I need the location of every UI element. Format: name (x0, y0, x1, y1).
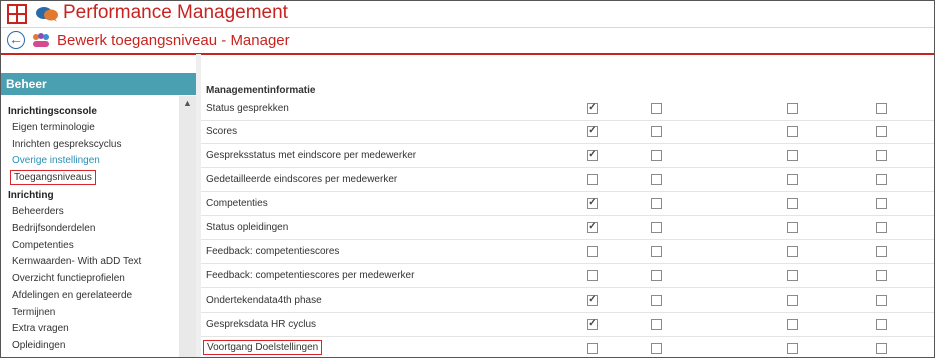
permission-checkbox[interactable] (587, 198, 598, 209)
permission-checkbox[interactable] (651, 103, 662, 114)
permission-checkbox[interactable] (651, 174, 662, 185)
table-row: Status gesprekken (201, 97, 934, 121)
sidebar-item-overige-instellingen[interactable]: Overige instellingen (12, 155, 100, 166)
permission-checkbox[interactable] (876, 103, 887, 114)
permission-checkbox[interactable] (651, 222, 662, 233)
table-row: Feedback: competentiescores per medewerk… (201, 264, 934, 288)
permission-checkbox[interactable] (787, 270, 798, 281)
permission-checkbox[interactable] (587, 295, 598, 306)
sidebar-item-eigen-terminologie[interactable]: Eigen terminologie (12, 122, 95, 133)
permission-checkbox[interactable] (876, 174, 887, 185)
permission-checkbox[interactable] (651, 198, 662, 209)
scroll-up-icon[interactable]: ▲ (183, 98, 192, 108)
sidebar-item-opleidingen[interactable]: Opleidingen (12, 340, 65, 351)
row-label: Ondertekendata4th phase (206, 295, 322, 306)
app-title: Performance Management (63, 2, 288, 23)
row-label: Gedetailleerde eindscores per medewerker (206, 174, 398, 185)
row-label: Competenties (206, 198, 268, 209)
table-row: Status opleidingen (201, 216, 934, 240)
permission-checkbox[interactable] (787, 150, 798, 161)
permission-checkbox[interactable] (787, 174, 798, 185)
sidebar-item-inrichten-gesprekscyclus[interactable]: Inrichten gesprekscyclus (12, 139, 122, 150)
page-header: ← Bewerk toegangsniveau - Manager (1, 28, 934, 55)
row-label: Gespreksdata HR cyclus (206, 319, 317, 330)
table-row: Gespreksstatus met eindscore per medewer… (201, 144, 934, 168)
permission-checkbox[interactable] (587, 343, 598, 354)
sidebar-scrollbar[interactable] (179, 96, 196, 357)
row-label: Feedback: competentiescores per medewerk… (206, 270, 415, 281)
row-label: Voortgang Doelstellingen (203, 340, 323, 355)
sidebar-item-termijnen[interactable]: Termijnen (12, 307, 55, 318)
permission-checkbox[interactable] (787, 198, 798, 209)
sidebar-item-afdelingen[interactable]: Afdelingen en gerelateerde (12, 290, 132, 301)
row-label: Status gesprekken (206, 103, 289, 114)
permission-checkbox[interactable] (787, 103, 798, 114)
sidebar-section-inrichting: Inrichting (8, 190, 54, 201)
table-row: Gespreksdata HR cyclus (201, 313, 934, 337)
permission-checkbox[interactable] (876, 319, 887, 330)
permission-checkbox[interactable] (651, 246, 662, 257)
sidebar-item-extra-vragen[interactable]: Extra vragen (12, 323, 69, 334)
page-title: Bewerk toegangsniveau - Manager (57, 32, 290, 49)
app-window: Performance Management ← Bewerk toegangs… (0, 0, 935, 358)
title-bar: Performance Management (1, 1, 934, 28)
permission-checkbox[interactable] (587, 103, 598, 114)
sidebar-item-beheerders[interactable]: Beheerders (12, 206, 64, 217)
permission-checkbox[interactable] (587, 150, 598, 161)
table-row: Gedetailleerde eindscores per medewerker (201, 168, 934, 192)
permission-checkbox[interactable] (876, 343, 887, 354)
permission-checkbox[interactable] (651, 150, 662, 161)
permission-checkbox[interactable] (587, 126, 598, 137)
permission-checkbox[interactable] (651, 295, 662, 306)
permission-checkbox[interactable] (651, 270, 662, 281)
row-label: Gespreksstatus met eindscore per medewer… (206, 150, 417, 161)
permission-checkbox[interactable] (787, 246, 798, 257)
row-label: Status opleidingen (206, 222, 289, 233)
permission-checkbox[interactable] (876, 222, 887, 233)
permission-checkbox[interactable] (787, 319, 798, 330)
sidebar-item-kernwaarden[interactable]: Kernwaarden- With aDD Text (12, 256, 141, 267)
sidebar-item-overzicht-functieprofielen[interactable]: Overzicht functieprofielen (12, 273, 125, 284)
row-label: Feedback: competentiescores (206, 246, 340, 257)
permission-checkbox[interactable] (876, 198, 887, 209)
table-row: Voortgang Doelstellingen (201, 337, 934, 357)
permission-checkbox[interactable] (587, 270, 598, 281)
table-row: Competenties (201, 192, 934, 216)
permission-checkbox[interactable] (787, 126, 798, 137)
permission-checkbox[interactable] (787, 295, 798, 306)
permission-checkbox[interactable] (587, 246, 598, 257)
permission-checkbox[interactable] (787, 222, 798, 233)
permission-checkbox[interactable] (651, 126, 662, 137)
sidebar-header: Beheer (1, 73, 196, 95)
permission-checkbox[interactable] (587, 174, 598, 185)
sidebar-item-competenties[interactable]: Competenties (12, 240, 74, 251)
row-label: Scores (206, 126, 238, 137)
permission-checkbox[interactable] (876, 150, 887, 161)
people-group-icon (33, 33, 49, 47)
sidebar-item-bedrijfsonderdelen[interactable]: Bedrijfsonderdelen (12, 223, 95, 234)
permission-checkbox[interactable] (787, 343, 798, 354)
permission-checkbox[interactable] (876, 270, 887, 281)
permission-checkbox[interactable] (876, 126, 887, 137)
section-title: Managementinformatie (206, 85, 316, 96)
back-arrow-icon[interactable]: ← (7, 31, 25, 49)
sidebar-item-toegangsniveaus[interactable]: Toegangsniveaus (10, 170, 96, 185)
permission-checkbox[interactable] (876, 295, 887, 306)
app-grid-icon[interactable] (7, 4, 27, 24)
permission-checkbox[interactable] (587, 222, 598, 233)
permission-checkbox[interactable] (587, 319, 598, 330)
permission-checkbox[interactable] (651, 343, 662, 354)
chat-bubbles-icon (36, 7, 58, 22)
permission-checkbox[interactable] (876, 246, 887, 257)
permission-checkbox[interactable] (651, 319, 662, 330)
table-row: Scores (201, 120, 934, 144)
table-row: Ondertekendata4th phase (201, 289, 934, 313)
table-row: Feedback: competentiescores (201, 240, 934, 264)
sidebar-section-inrichtingsconsole: Inrichtingsconsole (8, 106, 97, 117)
